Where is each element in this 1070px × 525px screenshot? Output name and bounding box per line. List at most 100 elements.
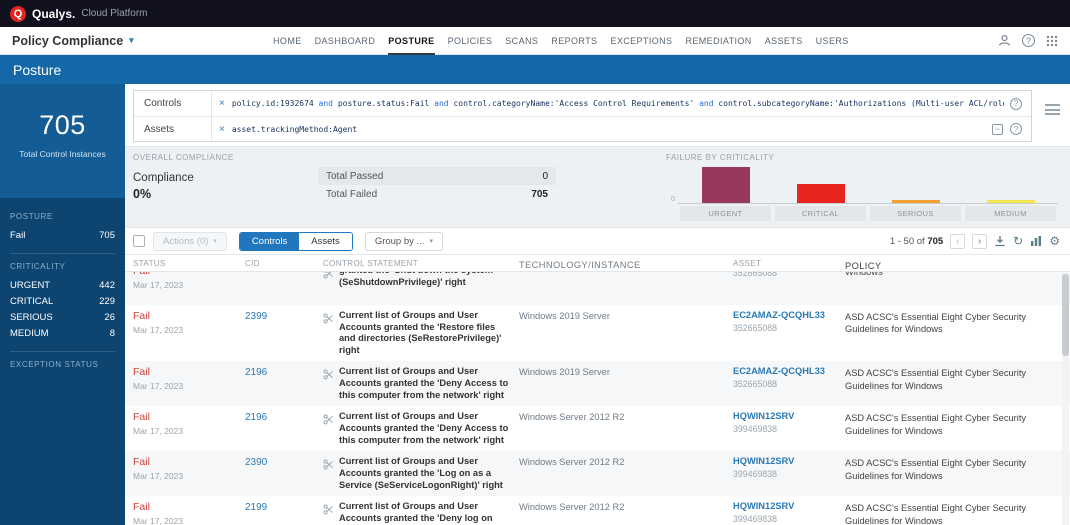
control-statement-link[interactable]: Current list of Groups and User Accounts… [339, 310, 509, 356]
column-header-control-statement[interactable]: CONTROL STATEMENT [323, 259, 519, 271]
bar-urgent[interactable] [701, 167, 750, 203]
control-statement-cell: Current list of Groups and User Accounts… [323, 411, 519, 446]
download-icon[interactable] [994, 235, 1006, 247]
actions-button[interactable]: Actions (0) ▾ [153, 231, 227, 251]
cid-link[interactable]: 2399 [245, 310, 323, 356]
cid-link[interactable]: 2196 [245, 366, 323, 401]
asset-link[interactable]: EC2AMAZ-QCQHL33 [733, 366, 837, 376]
control-icon [323, 501, 334, 520]
status-badge: Fail [133, 411, 150, 424]
help-icon[interactable]: ? [1010, 123, 1022, 135]
nav-item-posture[interactable]: POSTURE [388, 27, 435, 55]
control-statement-link[interactable]: granted the 'Shut down the system (SeShu… [339, 272, 509, 288]
total-control-instances-label: Total Control Instances [19, 149, 106, 159]
status-badge: Fail [133, 272, 235, 277]
gear-icon[interactable]: ⚙ [1049, 235, 1060, 247]
qualys-logo[interactable]: Q Qualys. Cloud Platform [10, 5, 148, 22]
technology-instance [519, 272, 733, 300]
query-input-assets[interactable]: asset.trackingMethod:Agent [232, 125, 986, 134]
cid-link[interactable]: 2196 [245, 411, 323, 446]
table-row[interactable]: Fail Mar 17, 2023 2390 Current list of Grou… [125, 451, 1070, 497]
prev-page-button[interactable]: ‹ [950, 233, 966, 249]
asset-link[interactable]: HQWIN12SRV [733, 501, 837, 511]
chart-view-icon[interactable] [1030, 235, 1042, 247]
control-statement-link[interactable]: Current list of Groups and User Accounts… [339, 411, 509, 446]
group-by-dropdown[interactable]: Group by ... ▾ [364, 231, 443, 251]
collapse-icon[interactable]: − [992, 123, 1003, 135]
sidebar-item-label: MEDIUM [10, 327, 49, 339]
asset-link[interactable]: EC2AMAZ-QCQHL33 [733, 310, 837, 320]
control-statement-link[interactable]: Current list of Groups and User Accounts… [339, 366, 509, 401]
table-row[interactable]: Fail Mar 17, 2023 2199 Current list of Grou… [125, 496, 1070, 525]
sidebar-item-medium[interactable]: MEDIUM 8 [10, 325, 115, 341]
filter-box: Controls × policy.id:1932674 and posture.s… [133, 90, 1032, 142]
table-row[interactable]: Fail Mar 17, 2023 2196 Current list of Grou… [125, 361, 1070, 407]
topbar: Q Qualys. Cloud Platform [0, 0, 1070, 27]
asset-link[interactable]: HQWIN12SRV [733, 456, 837, 466]
policy-name: ASD ACSC's Essential Eight Cyber Securit… [845, 458, 1027, 481]
status-cell: Fail Mar 17, 2023 [133, 501, 245, 525]
column-header-status[interactable]: STATUS [133, 259, 245, 271]
sidebar: 705 Total Control Instances POSTURE Fail 7… [0, 84, 125, 525]
sidebar-section-title: EXCEPTION STATUS [10, 360, 99, 369]
view-toggle-assets[interactable]: Assets [299, 232, 352, 250]
user-icon[interactable] [998, 34, 1011, 47]
column-header-asset[interactable]: ASSET [733, 259, 845, 271]
nav-item-exceptions[interactable]: EXCEPTIONS [610, 27, 672, 55]
clear-filter-icon[interactable]: × [219, 124, 225, 135]
menu-icon[interactable] [1042, 104, 1062, 115]
sidebar-item-fail[interactable]: Fail 705 [10, 227, 115, 243]
technology-instance: Windows 2019 Server [519, 311, 610, 321]
scrollbar-thumb[interactable] [1062, 274, 1069, 356]
nav-item-dashboard[interactable]: DASHBOARD [315, 27, 376, 55]
sidebar-item-value: 8 [109, 327, 115, 339]
sidebar-item-urgent[interactable]: URGENT 442 [10, 277, 115, 293]
clear-filter-icon[interactable]: × [219, 98, 225, 109]
table-row[interactable]: Fail Mar 17, 2023 2196 Current list of Grou… [125, 406, 1070, 451]
table-row[interactable]: Fail Mar 17, 2023 2399 Current list of Grou… [125, 305, 1070, 361]
bar-medium[interactable] [986, 200, 1035, 203]
filter-row-assets: Assets × asset.trackingMethod:Agent −? [134, 116, 1031, 141]
refresh-icon[interactable]: ↻ [1013, 235, 1023, 247]
column-header-cid[interactable]: CID [245, 259, 323, 271]
control-icon [323, 366, 334, 385]
scrollbar-track[interactable] [1062, 272, 1069, 525]
summary-total-value: 0 [542, 170, 548, 182]
query-input-controls[interactable]: policy.id:1932674 and posture.status:Fai… [232, 99, 1004, 108]
select-all-checkbox[interactable] [133, 235, 145, 247]
main-nav: HOME DASHBOARD POSTURE POLICIES SCANS REPORTS… [273, 27, 849, 55]
control-statement-link[interactable]: Current list of Groups and User Accounts… [339, 456, 509, 491]
bar-critical[interactable] [796, 184, 845, 203]
bar-serious[interactable] [891, 200, 940, 203]
sidebar-item-serious[interactable]: SERIOUS 26 [10, 309, 115, 325]
table-row[interactable]: Fail Mar 17, 2023 granted the 'Shut down t… [125, 272, 1070, 305]
nav-item-assets[interactable]: ASSETS [765, 27, 803, 55]
next-page-button[interactable]: › [972, 233, 988, 249]
filter-row-icons: −? [992, 123, 1022, 135]
chart-labels: URGENT CRITICAL SERIOUS MEDIUM [678, 206, 1058, 221]
control-statement-cell: Current list of Groups and User Accounts… [323, 310, 519, 356]
column-header-technology-instance[interactable]: TECHNOLOGY/INSTANCE [519, 259, 733, 271]
cid-link[interactable]: 2390 [245, 456, 323, 491]
nav-item-reports[interactable]: REPORTS [551, 27, 597, 55]
sidebar-section-exception-status: EXCEPTION STATUS [10, 352, 115, 385]
view-toggle-controls[interactable]: Controls [239, 232, 300, 250]
nav-item-users[interactable]: USERS [816, 27, 849, 55]
status-date: Mar 17, 2023 [133, 516, 184, 525]
nav-item-remediation[interactable]: REMEDIATION [685, 27, 751, 55]
sidebar-item-critical[interactable]: CRITICAL 229 [10, 293, 115, 309]
nav-item-home[interactable]: HOME [273, 27, 302, 55]
help-icon[interactable]: ? [1010, 97, 1022, 110]
help-icon[interactable]: ? [1021, 34, 1035, 47]
cid-link[interactable]: 2199 [245, 501, 323, 525]
asset-link[interactable]: HQWIN12SRV [733, 411, 837, 421]
nav-item-scans[interactable]: SCANS [505, 27, 538, 55]
control-statement-cell: Current list of Groups and User Accounts… [323, 366, 519, 401]
control-statement-link[interactable]: Current list of Groups and User Accounts… [339, 501, 509, 525]
failure-by-criticality-block: FAILURE BY CRITICALITY 0 URGENT CRITICAL S… [666, 153, 1058, 227]
module-picker[interactable]: Policy Compliance ▾ [12, 34, 134, 48]
nav-item-policies[interactable]: POLICIES [448, 27, 493, 55]
column-header-policy[interactable]: POLICY [845, 259, 1070, 271]
sidebar-item-label: Fail [10, 229, 26, 241]
module-grid-icon[interactable] [1046, 35, 1058, 47]
